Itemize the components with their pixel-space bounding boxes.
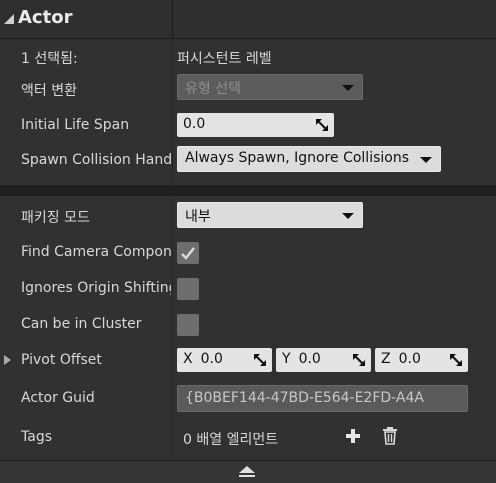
row-pivot-offset: Pivot Offset X 0.0 Y 0.0 Z 0.0 — [0, 343, 496, 379]
pivot-offset-label: Pivot Offset — [21, 352, 102, 368]
pivot-z-prefix: Z — [381, 351, 391, 367]
actor-guid-value: {B0BEF144-47BD-E564-E2FD-A4A — [185, 390, 424, 406]
tags-count: 0 배열 엘리먼트 — [183, 432, 279, 448]
row-tags: Tags 0 배열 엘리먼트 — [0, 420, 496, 456]
row-can-be-in-cluster: Can be in Cluster — [0, 307, 496, 343]
row-find-camera: Find Camera Component When View Target — [0, 235, 496, 271]
ignores-origin-checkbox[interactable] — [177, 278, 199, 300]
dropdown-arrow-icon — [420, 157, 432, 163]
can-be-in-cluster-checkbox[interactable] — [177, 314, 199, 336]
row-packaging-mode: 패키징 모드 내부 — [0, 198, 496, 234]
actor-guid-label: Actor Guid — [21, 390, 95, 406]
actor-section-advanced: 패키징 모드 내부 Find Camera Component When Vie… — [0, 196, 496, 460]
pivot-y-prefix: Y — [282, 351, 291, 367]
packaging-mode-value: 내부 — [185, 209, 211, 225]
drag-resize-icon[interactable] — [353, 354, 365, 366]
initial-life-span-field[interactable]: 0.0 — [177, 113, 334, 137]
dropdown-arrow-icon — [342, 85, 354, 91]
trash-icon[interactable] — [382, 427, 398, 445]
selected-value: 퍼시스턴트 레벨 — [177, 51, 272, 67]
dropdown-arrow-icon — [342, 213, 354, 219]
actor-guid-field[interactable]: {B0BEF144-47BD-E564-E2FD-A4A — [177, 385, 468, 412]
selected-label: 1 선택됨: — [21, 51, 78, 67]
row-spawn-collision: Spawn Collision Handling Method Always S… — [0, 143, 496, 179]
actor-transform-dropdown[interactable]: 유형 선택 — [177, 74, 363, 100]
row-actor-guid: Actor Guid {B0BEF144-47BD-E564-E2FD-A4A — [0, 381, 496, 417]
row-initial-life-span: Initial Life Span 0.0 — [0, 108, 496, 144]
find-camera-checkbox[interactable] — [177, 242, 199, 264]
spawn-collision-label: Spawn Collision Handling Method — [21, 152, 171, 168]
add-element-icon[interactable] — [345, 428, 361, 444]
pivot-z-field[interactable]: Z 0.0 — [375, 348, 468, 372]
pivot-y-field[interactable]: Y 0.0 — [276, 348, 371, 372]
find-camera-label: Find Camera Component When View Target — [21, 244, 171, 260]
column-divider[interactable] — [172, 0, 173, 38]
spawn-collision-value: Always Spawn, Ignore Collisions — [185, 150, 409, 166]
packaging-mode-label: 패키징 모드 — [21, 210, 90, 226]
advanced-expander-bar[interactable] — [0, 460, 496, 483]
tags-label: Tags — [21, 429, 52, 445]
drag-resize-icon[interactable] — [254, 354, 266, 366]
drag-resize-icon[interactable] — [450, 354, 462, 366]
collapse-advanced-icon[interactable] — [238, 466, 256, 478]
pivot-x-prefix: X — [183, 351, 193, 367]
row-actor-transform: 액터 변환 유형 선택 — [0, 71, 496, 107]
row-selected: 1 선택됨: 퍼시스턴트 레벨 — [0, 39, 496, 75]
initial-life-span-label: Initial Life Span — [21, 117, 130, 133]
can-be-in-cluster-label: Can be in Cluster — [21, 316, 142, 332]
pivot-z-value: 0.0 — [398, 351, 421, 367]
packaging-mode-dropdown[interactable]: 내부 — [177, 202, 363, 228]
pivot-y-value: 0.0 — [298, 351, 321, 367]
actor-section-basic: 1 선택됨: 퍼시스턴트 레벨 액터 변환 유형 선택 Initial Life… — [0, 39, 496, 185]
actor-category-header[interactable]: Actor — [0, 0, 496, 39]
drag-resize-icon[interactable] — [316, 119, 328, 131]
actor-transform-label: 액터 변환 — [21, 83, 77, 99]
pivot-x-field[interactable]: X 0.0 — [177, 348, 272, 372]
checkmark-icon — [181, 247, 195, 260]
actor-transform-value: 유형 선택 — [185, 81, 241, 97]
category-title: Actor — [18, 7, 73, 28]
spawn-collision-dropdown[interactable]: Always Spawn, Ignore Collisions — [177, 146, 441, 172]
initial-life-span-value: 0.0 — [183, 116, 206, 132]
pivot-x-value: 0.0 — [200, 351, 223, 367]
collapse-triangle-icon[interactable] — [4, 14, 14, 24]
row-ignores-origin: Ignores Origin Shifting — [0, 271, 496, 307]
expand-triangle-icon[interactable] — [4, 355, 11, 365]
ignores-origin-label: Ignores Origin Shifting — [21, 280, 171, 296]
section-gap — [0, 185, 496, 196]
